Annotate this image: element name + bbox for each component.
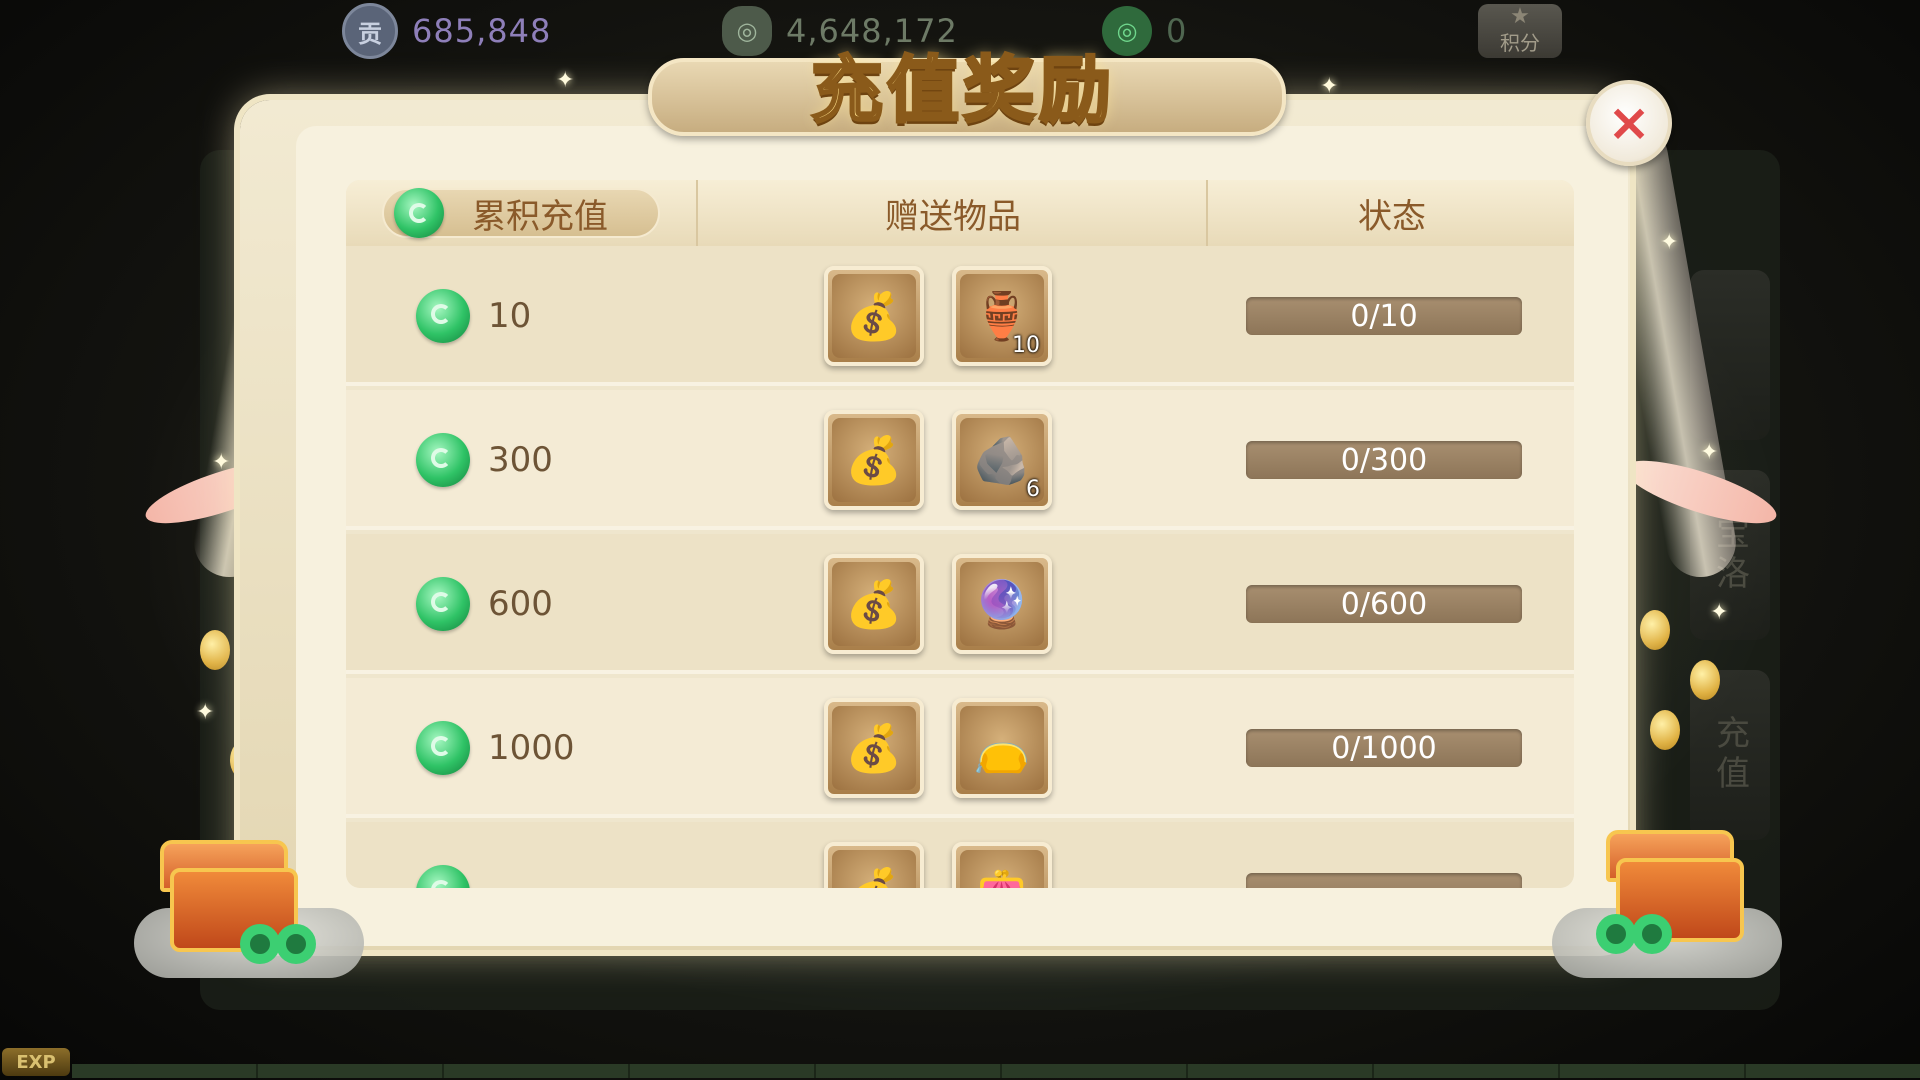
treasure-chest-icon <box>150 840 316 964</box>
silver-bag-icon: 💰 <box>832 850 916 888</box>
sparkle-icon: ✦ <box>556 68 575 93</box>
red-lucky-bag-icon: 👛 <box>960 850 1044 888</box>
exp-label: EXP <box>2 1048 70 1076</box>
jade-icon <box>394 188 444 238</box>
item-quantity: 6 <box>1026 477 1040 502</box>
sparkle-icon: ✦ <box>196 700 215 725</box>
table-header: 累积充值 赠送物品 状态 <box>346 180 1574 249</box>
reward-item-slot[interactable]: 💰 <box>824 410 924 510</box>
treasure-chest-icon <box>1596 830 1746 954</box>
header-amount: 累积充值 <box>346 180 696 246</box>
recharge-amount: 1000 <box>416 678 575 818</box>
sparkle-icon: ✦ <box>1320 74 1339 99</box>
dialog-title: 充值奖励 <box>809 46 1115 134</box>
silver-bag-icon: 💰 <box>832 274 916 358</box>
sparkle-icon: ✦ <box>1660 230 1679 255</box>
jade-icon <box>416 433 470 487</box>
progress-bar <box>1246 873 1522 888</box>
points-button[interactable]: ★ 积分 <box>1478 4 1562 58</box>
sparkle-icon: ✦ <box>1700 440 1719 465</box>
jade-icon <box>416 577 470 631</box>
table-row: 💰👛 <box>346 822 1574 888</box>
gold-lucky-bag-icon: 👝 <box>960 706 1044 790</box>
close-button[interactable]: × <box>1586 80 1672 166</box>
recharge-amount: 10 <box>416 246 531 386</box>
reward-items: 💰 🔮 <box>824 534 1052 674</box>
exp-bar <box>72 1064 1920 1078</box>
reward-item-slot[interactable]: 💰 <box>824 842 924 888</box>
table-row: 10 💰 🏺 10 0/10 <box>346 246 1574 386</box>
close-icon: × <box>1607 93 1651 153</box>
reward-item-slot[interactable]: 🔮 <box>952 554 1052 654</box>
recharge-amount: 600 <box>416 534 553 674</box>
status-cell: 0/300 <box>1246 390 1522 530</box>
amount-value: 300 <box>488 440 553 480</box>
amount-value: 10 <box>488 296 532 336</box>
reward-items: 💰 👝 <box>824 678 1052 818</box>
jade-icon <box>240 924 280 964</box>
table-row: 600 💰 🔮 0/600 <box>346 534 1574 674</box>
reward-item-slot[interactable]: 🏺 10 <box>952 266 1052 366</box>
progress-bar: 0/1000 <box>1246 729 1522 767</box>
reward-item-slot[interactable]: 💰 <box>824 266 924 366</box>
gold-coin-icon <box>1690 660 1720 700</box>
reward-items: 💰 🏺 10 <box>824 246 1052 386</box>
amount-value: 1000 <box>488 728 575 768</box>
status-cell <box>1246 822 1522 888</box>
jade-icon <box>1632 914 1672 954</box>
gold-coin-icon <box>1640 610 1670 650</box>
reward-items: 💰 🪨 6 <box>824 390 1052 530</box>
reward-item-slot[interactable]: 👛 <box>952 842 1052 888</box>
silver-bag-icon: 💰 <box>832 562 916 646</box>
jade-icon <box>416 865 470 888</box>
contribution-value: 685,848 <box>412 12 552 50</box>
item-quantity: 10 <box>1012 333 1040 358</box>
status-cell: 0/600 <box>1246 534 1522 674</box>
reward-table: 累积充值 赠送物品 状态 10 💰 🏺 10 0/10 300 💰 🪨 6 0/300 600 💰 🔮 0… <box>346 180 1574 888</box>
contribution-icon: 贡 <box>342 3 398 59</box>
header-rewards: 赠送物品 <box>696 180 1208 246</box>
progress-text: 0/600 <box>1340 586 1428 622</box>
progress-text: 0/10 <box>1350 298 1418 334</box>
reward-item-slot[interactable]: 💰 <box>824 698 924 798</box>
table-row: 300 💰 🪨 6 0/300 <box>346 390 1574 530</box>
crystal-orb-icon: 🔮 <box>960 562 1044 646</box>
status-cell: 0/10 <box>1246 246 1522 386</box>
table-row: 1000 💰 👝 0/1000 <box>346 678 1574 818</box>
progress-text: 0/300 <box>1340 442 1428 478</box>
points-label: 积分 <box>1500 30 1540 55</box>
silver-bag-icon: 💰 <box>832 706 916 790</box>
progress-bar: 0/600 <box>1246 585 1522 623</box>
gold-coin-icon <box>200 630 230 670</box>
reward-item-slot[interactable]: 👝 <box>952 698 1052 798</box>
reward-item-slot[interactable]: 💰 <box>824 554 924 654</box>
jade-icon <box>276 924 316 964</box>
jade-icon <box>1596 914 1636 954</box>
recharge-amount <box>416 822 488 888</box>
status-cell: 0/1000 <box>1246 678 1522 818</box>
reward-item-slot[interactable]: 🪨 6 <box>952 410 1052 510</box>
header-amount-pill: 累积充值 <box>382 188 660 238</box>
silver-bag-icon: 💰 <box>832 418 916 502</box>
jade-icon <box>416 289 470 343</box>
sparkle-icon: ✦ <box>1710 600 1729 625</box>
header-status: 状态 <box>1206 180 1574 246</box>
currency-contribution: 贡 685,848 <box>342 3 552 59</box>
progress-bar: 0/10 <box>1246 297 1522 335</box>
progress-bar: 0/300 <box>1246 441 1522 479</box>
amount-value: 600 <box>488 584 553 624</box>
star-icon: ★ <box>1510 3 1530 29</box>
header-amount-label: 累积充值 <box>472 196 608 237</box>
recharge-amount: 300 <box>416 390 553 530</box>
progress-text: 0/1000 <box>1331 730 1437 766</box>
jade-icon <box>416 721 470 775</box>
reward-items: 💰👛 <box>824 822 1052 888</box>
sparkle-icon: ✦ <box>212 450 231 475</box>
gold-coin-icon <box>1650 710 1680 750</box>
progress-text <box>1246 873 1522 888</box>
